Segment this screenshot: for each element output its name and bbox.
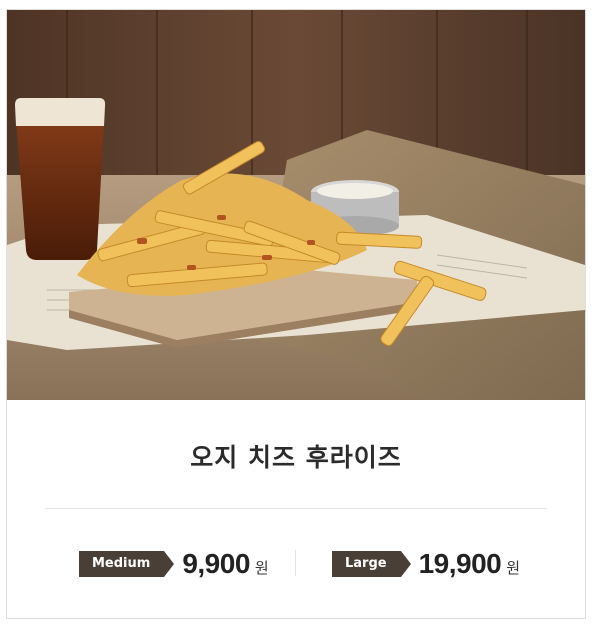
product-photo <box>7 10 585 400</box>
divider <box>45 508 547 509</box>
price-separator <box>295 550 296 576</box>
price-amount-large: 19,900 <box>418 548 502 579</box>
product-name: 오지 치즈 후라이즈 <box>190 443 402 472</box>
size-tag-medium: Medium <box>79 551 175 577</box>
price-medium: Medium 9,900 원 <box>79 546 269 582</box>
price-unit-large: 원 <box>506 558 521 577</box>
price-amount-medium: 9,900 <box>182 548 250 579</box>
price-unit-medium: 원 <box>254 558 269 577</box>
size-tag-large: Large <box>332 551 411 577</box>
menu-card[interactable]: 오지 치즈 후라이즈 Medium 9,900 원 Large 19,900 원 <box>6 9 586 619</box>
price-row: Medium 9,900 원 Large 19,900 원 <box>7 546 585 582</box>
price-large: Large 19,900 원 <box>332 546 520 582</box>
